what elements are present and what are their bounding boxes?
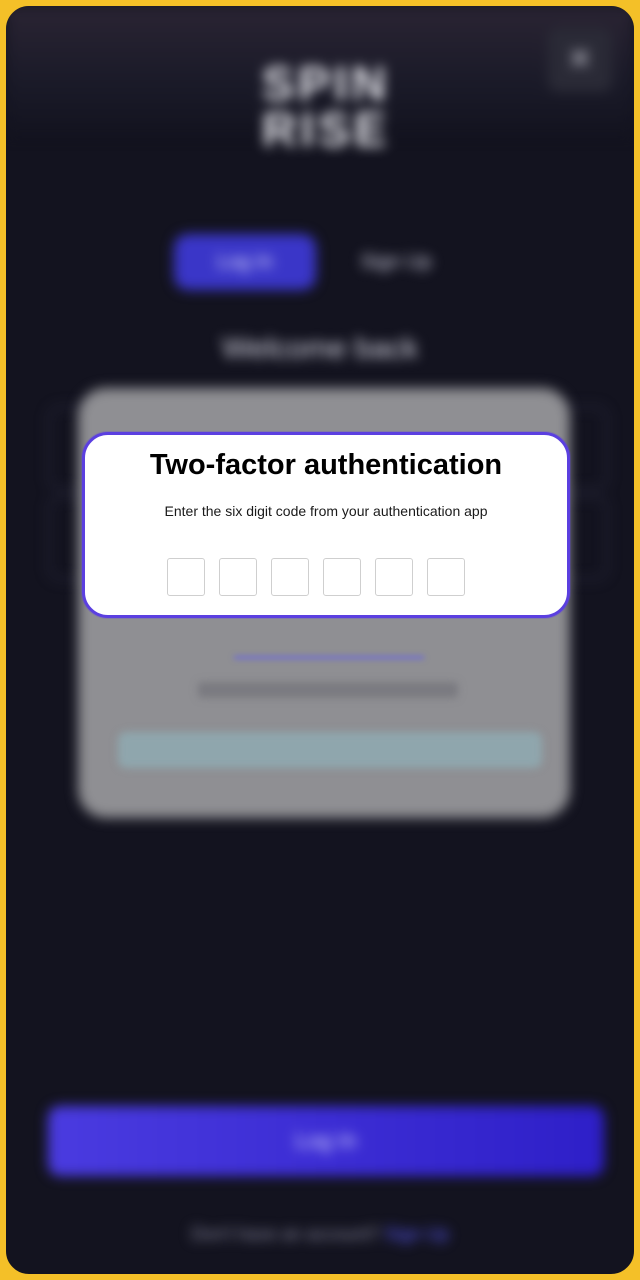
login-button[interactable]: Log In: [48, 1106, 604, 1176]
tab-signup[interactable]: Sign Up: [336, 234, 456, 290]
app-window: SPIN RISE ✕ Log In Sign Up Welcome back …: [3, 3, 637, 1277]
brand-logo: SPIN RISE: [236, 61, 416, 172]
code-input-row: [167, 558, 465, 596]
code-digit-3[interactable]: [271, 558, 309, 596]
signup-prompt: Don't have an account? Sign Up: [6, 1224, 634, 1245]
brand-logo-line2: RISE: [261, 104, 391, 157]
code-digit-5[interactable]: [375, 558, 413, 596]
welcome-heading: Welcome back: [221, 332, 419, 365]
close-button[interactable]: ✕: [548, 28, 612, 92]
code-digit-4[interactable]: [323, 558, 361, 596]
close-icon: ✕: [567, 43, 593, 76]
signup-prompt-text: Don't have an account?: [191, 1224, 380, 1244]
modal-subtitle: Enter the six digit code from your authe…: [164, 503, 488, 519]
code-digit-1[interactable]: [167, 558, 205, 596]
code-digit-6[interactable]: [427, 558, 465, 596]
signup-link[interactable]: Sign Up: [385, 1224, 449, 1244]
tab-login[interactable]: Log In: [174, 234, 316, 290]
blurred-checkbox-row: [198, 682, 458, 698]
blurred-button: [118, 732, 542, 768]
code-digit-2[interactable]: [219, 558, 257, 596]
modal-title: Two-factor authentication: [149, 449, 503, 481]
two-factor-modal: Two-factor authentication Enter the six …: [82, 432, 570, 618]
blurred-link: [234, 642, 424, 659]
